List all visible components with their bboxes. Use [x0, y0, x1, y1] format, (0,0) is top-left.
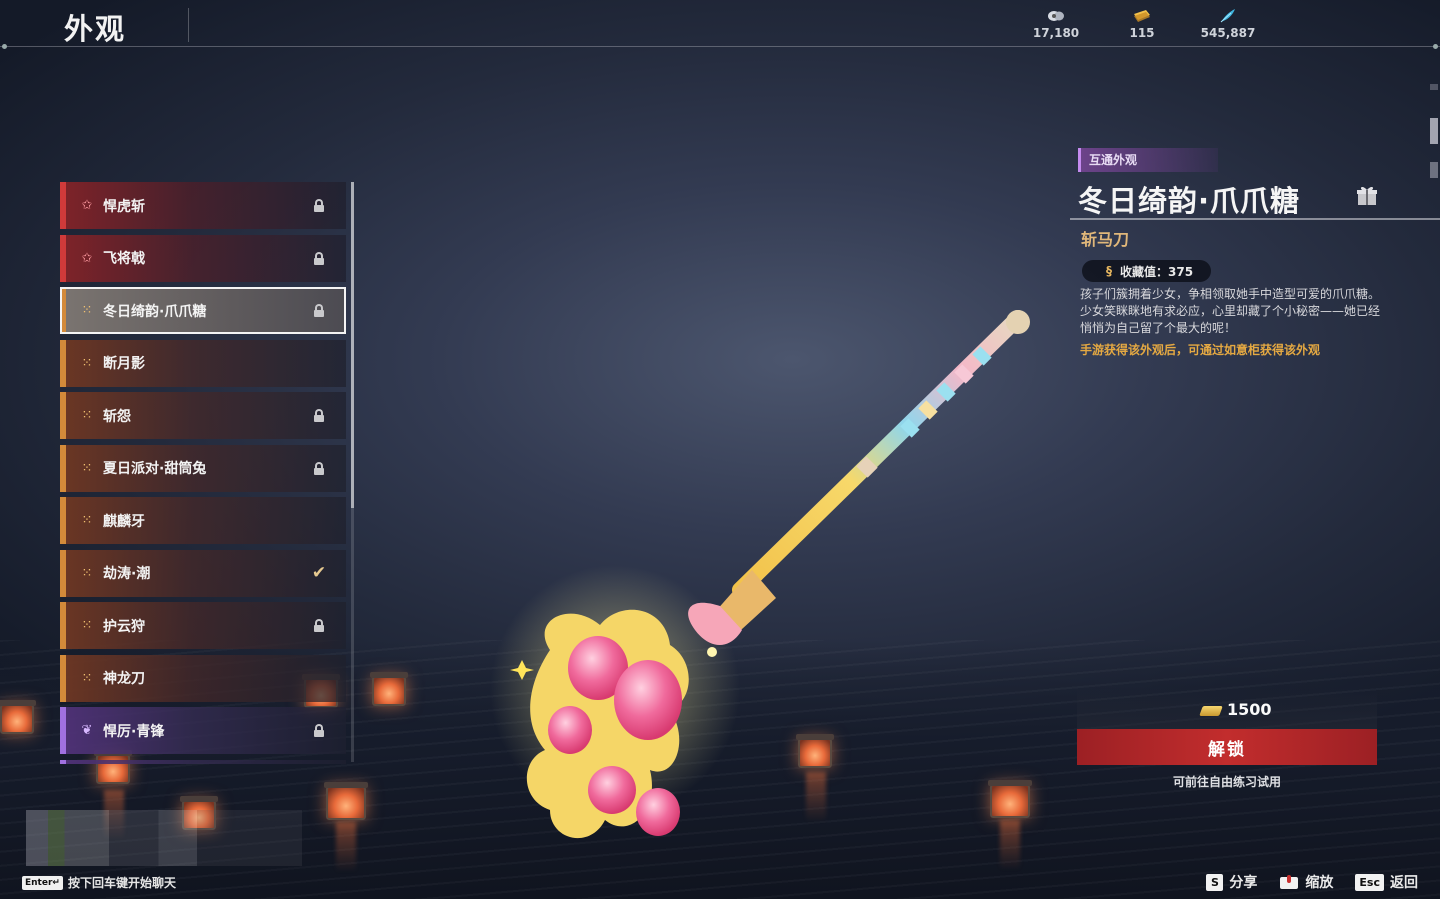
skin-name: 斩怨: [103, 408, 131, 425]
skin-item[interactable]: ✩ 飞将戟: [60, 234, 346, 282]
skin-name: 护云狩: [103, 618, 145, 635]
title-divider: [1070, 218, 1440, 220]
skin-item[interactable]: ⁙ 斩怨: [60, 392, 346, 439]
unlock-button[interactable]: 解锁: [1077, 729, 1377, 765]
gift-icon[interactable]: [1356, 184, 1378, 206]
lock-icon: [312, 721, 326, 739]
skin-item[interactable]: ⁙ 麒麟牙: [60, 497, 346, 544]
skin-title: 冬日绮韵·爪爪糖: [1078, 184, 1301, 218]
top-bar: 外观 17,180 115 545,887: [0, 0, 1440, 49]
weapon-type: 斩马刀: [1081, 230, 1130, 249]
collection-value-badge: § 收藏值：375: [1082, 260, 1212, 282]
key-s: S: [1206, 873, 1224, 891]
weapon-preview[interactable]: [490, 300, 1050, 870]
page-title: 外观: [64, 12, 127, 46]
lock-icon: [312, 196, 326, 214]
lock-icon: [312, 616, 326, 634]
quad-icon: ⁙: [81, 618, 93, 633]
skin-name: 冬日绮韵·爪爪糖: [103, 303, 207, 320]
skin-item-selected[interactable]: ⁙ 冬日绮韵·爪爪糖: [60, 287, 346, 334]
price-value: 1500: [1227, 700, 1272, 719]
gold-ingot-icon: [1201, 702, 1225, 718]
lock-icon: [312, 406, 326, 424]
skin-name: 麒麟牙: [103, 513, 145, 530]
crossplay-tag: 互通外观: [1078, 148, 1218, 172]
currency-coins[interactable]: 17,180: [1027, 8, 1085, 40]
skin-item[interactable]: ⁙ 护云狩: [60, 602, 346, 649]
back-hint[interactable]: Esc 返回: [1355, 872, 1418, 892]
enter-key: Enter↵: [22, 875, 63, 890]
collection-icon: §: [1106, 264, 1112, 278]
skin-item[interactable]: ❦ 悍厉·青锋: [60, 707, 346, 754]
quad-icon: ⁙: [81, 460, 93, 476]
skin-item[interactable]: ⁙ 夏日派对·甜筒兔: [60, 444, 346, 492]
page-indicator: [1430, 118, 1438, 144]
currency-tickets[interactable]: 115: [1113, 8, 1171, 40]
checkmark-icon: ✔: [311, 562, 327, 583]
chat-hint[interactable]: Enter↵ 按下回车键开始聊天: [22, 874, 176, 891]
skin-item[interactable]: ⁙ 劫涛·潮 ✔: [60, 549, 346, 597]
page-indicator: [1430, 162, 1438, 178]
quad-icon: ⁙: [81, 408, 93, 423]
currency-value: 545,887: [1200, 26, 1256, 40]
skin-name: 悍虎斩: [103, 198, 145, 215]
skin-name: 劫涛·潮: [103, 566, 151, 582]
skin-item[interactable]: [60, 759, 346, 764]
skin-name: 飞将戟: [103, 251, 145, 267]
trial-link[interactable]: 可前往自由练习试用: [1077, 773, 1377, 790]
lock-icon: [312, 249, 326, 267]
star-outline-icon: ✩: [81, 198, 93, 213]
currency-value: 115: [1129, 26, 1155, 40]
quad-icon: ⁙: [81, 303, 93, 318]
skin-item[interactable]: ⁙ 断月影: [60, 339, 346, 387]
share-label: 分享: [1229, 875, 1258, 891]
quad-icon: ⁙: [81, 513, 93, 528]
quad-icon: ⁙: [81, 565, 93, 581]
back-label: 返回: [1390, 875, 1418, 891]
skin-name: 神龙刀: [103, 671, 145, 687]
lantern-reflection: [336, 822, 356, 872]
star-outline-icon: ✩: [81, 250, 93, 266]
chat-hint-text: 按下回车键开始聊天: [67, 876, 176, 890]
currency-bar: 17,180 115 545,887: [1027, 8, 1257, 40]
gem-icon: ❦: [81, 723, 93, 738]
share-hint[interactable]: S 分享: [1206, 872, 1257, 892]
key-esc: Esc: [1355, 873, 1384, 891]
unlock-price: 1500: [1201, 700, 1272, 719]
collection-value: 收藏值：375: [1120, 264, 1194, 279]
lock-icon: [312, 459, 326, 477]
zoom-icon: [1280, 875, 1299, 889]
skin-name: 断月影: [103, 356, 145, 372]
skin-item[interactable]: ✩ 悍虎斩: [60, 182, 346, 229]
acquire-note: 手游获得该外观后，可通过如意柜获得该外观: [1080, 343, 1321, 357]
zoom-hint[interactable]: 缩放: [1279, 872, 1333, 892]
zoom-label: 缩放: [1305, 875, 1334, 891]
lock-icon: [312, 301, 326, 319]
page-indicator: [1430, 84, 1438, 90]
currency-feathers[interactable]: 545,887: [1199, 8, 1257, 40]
title-divider: [188, 8, 189, 42]
quad-icon: ⁙: [81, 355, 93, 371]
chat-preview-mosaic: [26, 810, 302, 866]
ticket-icon: [1132, 8, 1152, 24]
coin-stack-icon: [1046, 8, 1066, 24]
lantern-decoration: [0, 700, 36, 734]
lantern-decoration: [370, 672, 408, 706]
lantern-decoration: [324, 782, 368, 820]
footer-hints: S 分享 缩放 Esc 返回: [1206, 872, 1418, 892]
currency-value: 17,180: [1032, 26, 1080, 40]
skin-name: 悍厉·青锋: [103, 723, 165, 740]
quad-icon: ⁙: [81, 670, 93, 686]
skin-item[interactable]: ⁙ 神龙刀: [60, 654, 346, 702]
skin-list-scroll-thumb[interactable]: [351, 182, 354, 508]
skin-description: 孩子们簇拥着少女，争相领取她手中造型可爱的爪爪糖。少女笑眯眯地有求必应，心里却藏…: [1080, 287, 1381, 335]
feather-icon: [1218, 8, 1238, 24]
top-divider: [0, 44, 1440, 49]
skin-name: 夏日派对·甜筒兔: [103, 461, 207, 477]
skin-list: ✩ 悍虎斩 ✩ 飞将戟 ⁙ 冬日绮韵·爪爪糖 ⁙ 断月影 ⁙ 斩怨 ⁙ 夏日派对…: [60, 182, 346, 764]
